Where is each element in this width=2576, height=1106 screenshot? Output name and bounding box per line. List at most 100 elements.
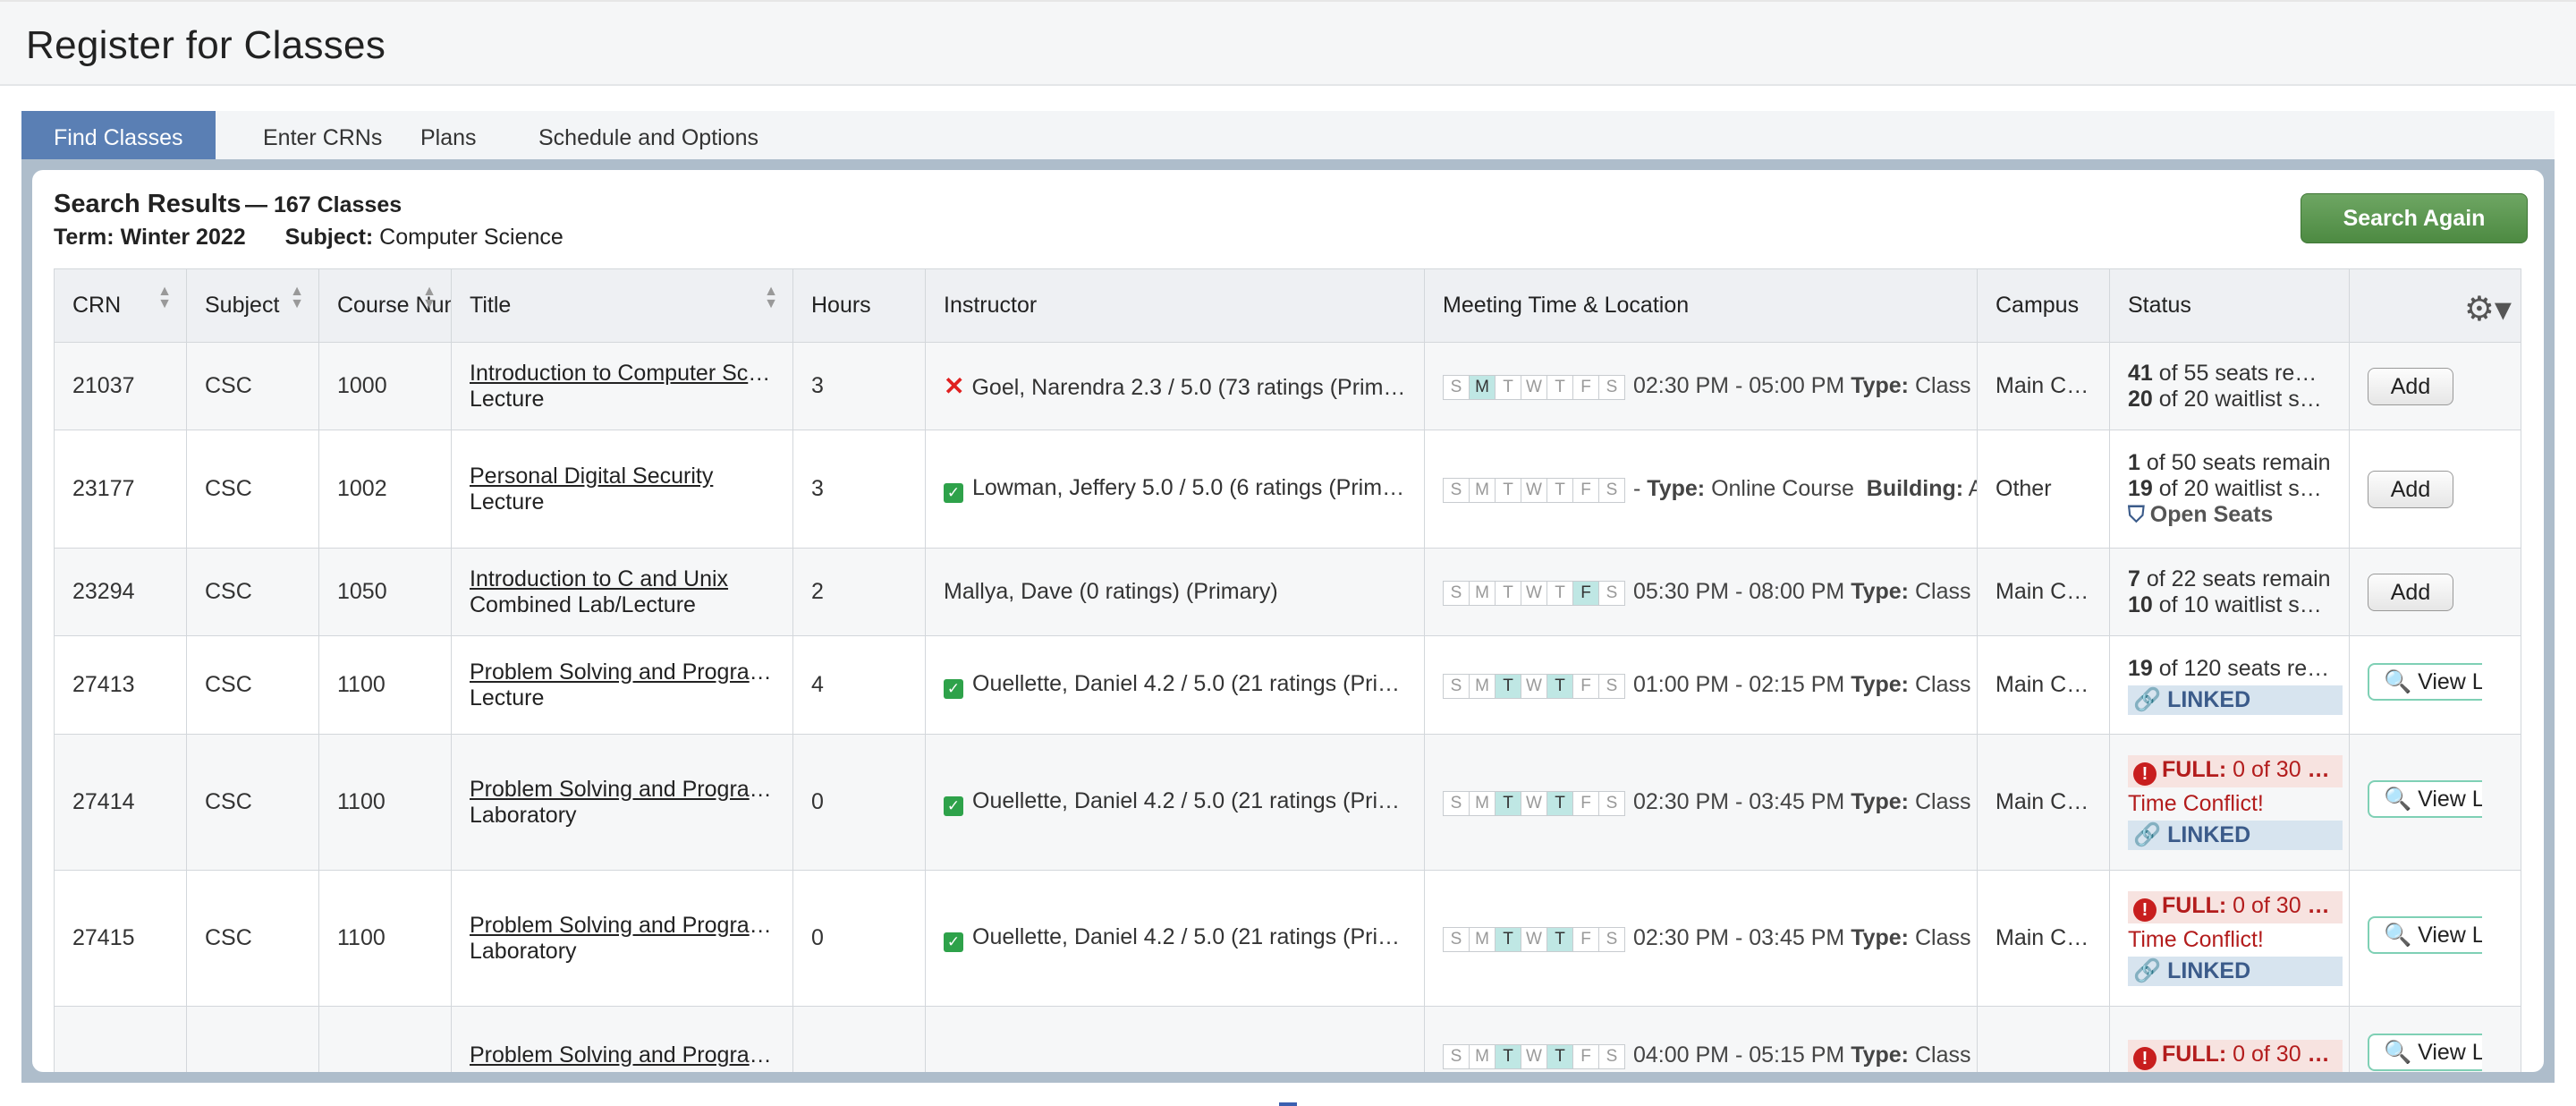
- cell-status: !FULL: 0 of 30 seats remain Time Conflict…: [2109, 870, 2350, 1007]
- col-header-title[interactable]: Title ▲ ▼: [451, 268, 793, 343]
- table-row[interactable]: 27413CSC1100Problem Solving and Programm…: [54, 635, 2521, 735]
- cell-crn: 23177: [54, 430, 187, 549]
- instructor-name[interactable]: Ouellette, Daniel 4.2 / 5.0 (21 ratings …: [972, 788, 1406, 813]
- add-button[interactable]: Add: [2368, 470, 2453, 508]
- tab-enter-crns[interactable]: Enter CRNs: [231, 111, 414, 161]
- course-title-link[interactable]: Introduction to Computer Science: [470, 361, 775, 387]
- table-row[interactable]: 23294 CSC 1050 Introduction to C and Unix Co…: [54, 548, 2521, 636]
- linked-badge: 🔗 LINKED: [2128, 820, 2343, 850]
- cell-meeting-time: S M T W T F S 05:30 PM - 08:00 PM Type: Class: [1424, 548, 1978, 636]
- meeting-time: 05:30 PM - 08:00 PM Type: Class: [1633, 579, 1971, 604]
- col-header-instructor[interactable]: Instructor: [925, 268, 1425, 343]
- course-title-link[interactable]: Problem Solving and Programming: [470, 913, 775, 939]
- course-title-link[interactable]: Problem Solving and Programming: [470, 777, 775, 803]
- col-header-course-num[interactable]: Course Num ▲ ▼: [318, 268, 452, 343]
- weekday-cell: M: [1469, 375, 1496, 400]
- weekday-cell: S: [1598, 927, 1625, 952]
- seats-remaining: 41 of 55 seats remain: [2128, 360, 2331, 386]
- linked-badge: 🔗 LINKED: [2128, 685, 2343, 715]
- type-label: Type:: [1851, 1042, 1910, 1068]
- weekday-cell: M: [1469, 791, 1496, 816]
- tab-plans[interactable]: Plans: [388, 111, 509, 161]
- table-row[interactable]: 27415CSC1100Problem Solving and Programm…: [54, 870, 2521, 1007]
- add-button[interactable]: Add: [2368, 367, 2453, 405]
- view-linked-button[interactable]: 🔍 View Linked: [2368, 1034, 2482, 1071]
- waitlist-seats: 20 of 20 waitlist seats: [2128, 386, 2331, 412]
- time-conflict: Time Conflict!: [2128, 790, 2264, 816]
- tab-schedule-and-options[interactable]: Schedule and Options: [506, 111, 791, 161]
- view-linked-button[interactable]: 🔍 View Linked: [2368, 780, 2482, 818]
- weekday-grid: SMTWTFS: [1443, 671, 1625, 699]
- meeting-time: 02:30 PM - 05:00 PM Type: Class: [1633, 373, 1971, 398]
- cell-campus: Main Campus: [1977, 342, 2110, 430]
- cell-subject: CSC: [186, 548, 319, 636]
- course-title-link[interactable]: Problem Solving and Programming: [470, 659, 775, 685]
- cell-title: Problem Solving and ProgrammingLaborator…: [451, 734, 793, 871]
- cell-instructor: ✓ Ouellette, Daniel 4.2 / 5.0 (21 ratings…: [925, 635, 1425, 735]
- weekday-cell: S: [1598, 581, 1625, 606]
- view-linked-button[interactable]: 🔍 View Linked: [2368, 916, 2482, 954]
- results-header: Search Results — 167 Classes Term: Winte…: [54, 190, 564, 251]
- instructor-name[interactable]: Lowman, Jeffery 5.0 / 5.0 (6 ratings (Pr…: [972, 475, 1406, 500]
- cell-hours: [792, 1006, 926, 1072]
- cell-campus: Main Campus: [1977, 870, 2110, 1007]
- col-header-subject[interactable]: Subject ▲ ▼: [186, 268, 319, 343]
- cell-status: 1 of 50 seats remain 19 of 20 waitlist se…: [2109, 430, 2350, 549]
- weekday-cell: S: [1443, 478, 1470, 503]
- table-row[interactable]: 27414CSC1100Problem Solving and Programm…: [54, 734, 2521, 871]
- sort-icon[interactable]: ▲ ▼: [422, 285, 436, 311]
- table-row[interactable]: 21037 CSC 1000 Introduction to Computer Sci…: [54, 342, 2521, 430]
- tab-bar: Find Classes Enter CRNs Plans Schedule a…: [21, 111, 2555, 161]
- sort-icon[interactable]: ▲ ▼: [290, 285, 304, 311]
- cell-action: 🔍 View Linked: [2349, 734, 2521, 871]
- weekday-grid: SMTWTFS: [1443, 788, 1625, 816]
- weekday-cell: M: [1469, 1044, 1496, 1069]
- subject-label: Subject:: [284, 225, 374, 250]
- link-icon: 🔗: [2133, 686, 2162, 712]
- instructor-name[interactable]: Ouellette, Daniel 4.2 / 5.0 (21 ratings …: [972, 924, 1406, 949]
- col-header-hours[interactable]: Hours: [792, 268, 926, 343]
- cell-hours: 3: [792, 430, 926, 549]
- col-header-status[interactable]: Status: [2109, 268, 2350, 343]
- sort-icon[interactable]: ▲ ▼: [764, 285, 778, 311]
- tab-find-classes[interactable]: Find Classes: [21, 111, 216, 161]
- instructor-name[interactable]: Goel, Narendra 2.3 / 5.0 (73 ratings (Pr…: [971, 375, 1406, 400]
- cell-status: !FULL: 0 of 30 seats remain: [2109, 1006, 2350, 1072]
- gear-icon[interactable]: ⚙▾: [2464, 289, 2512, 329]
- view-linked-button[interactable]: 🔍 View Linked: [2368, 663, 2482, 701]
- course-title-link[interactable]: Introduction to C and Unix: [470, 566, 775, 592]
- course-title-link[interactable]: Problem Solving and Programming: [470, 1042, 775, 1068]
- weekday-cell: F: [1572, 375, 1599, 400]
- cell-title: Introduction to Computer Science Lecture: [451, 342, 793, 430]
- cell-meeting-time: S M T W T F S 02:30 PM - 05:00 PM Type: Class: [1424, 342, 1978, 430]
- cell-status: !FULL: 0 of 30 seats remain Time Conflict…: [2109, 734, 2350, 871]
- check-icon: ✓: [944, 932, 963, 952]
- add-button[interactable]: Add: [2368, 573, 2453, 611]
- time-conflict: Time Conflict!: [2128, 926, 2264, 952]
- results-table-body: 21037 CSC 1000 Introduction to Computer Sci…: [54, 342, 2521, 1072]
- col-header-campus[interactable]: Campus: [1977, 268, 2110, 343]
- cell-instructor: ✓ Ouellette, Daniel 4.2 / 5.0 (21 ratings…: [925, 870, 1425, 1007]
- meeting-time: - Type: Online Course Building: A: [1633, 476, 1977, 501]
- sort-icon[interactable]: ▲ ▼: [157, 285, 172, 311]
- weekday-cell: W: [1521, 375, 1547, 400]
- cell-instructor: Mallya, Dave (0 ratings) (Primary): [925, 548, 1425, 636]
- weekday-cell: M: [1469, 478, 1496, 503]
- table-row[interactable]: 23177 CSC 1002 Personal Digital Security Lec…: [54, 430, 2521, 549]
- col-header-crn[interactable]: CRN ▲ ▼: [54, 268, 187, 343]
- cell-hours: 0: [792, 870, 926, 1007]
- weekday-cell: F: [1572, 1044, 1599, 1069]
- cell-action: 🔍 View Linked: [2349, 1006, 2521, 1072]
- cell-course-num: 1100: [318, 635, 452, 735]
- cell-instructor: ✕ Goel, Narendra 2.3 / 5.0 (73 ratings (P…: [925, 342, 1425, 430]
- search-again-button[interactable]: Search Again: [2301, 193, 2528, 243]
- instructor-name[interactable]: Ouellette, Daniel 4.2 / 5.0 (21 ratings …: [972, 671, 1406, 696]
- course-title-link[interactable]: Personal Digital Security: [470, 464, 775, 489]
- col-header-meeting-time[interactable]: Meeting Time & Location: [1424, 268, 1978, 343]
- full-badge: !FULL: 0 of 30 seats remain: [2128, 754, 2343, 787]
- weekday-cell: T: [1495, 927, 1521, 952]
- table-row[interactable]: Problem Solving and ProgrammingSMTWTFS04…: [54, 1006, 2521, 1072]
- instructor-name[interactable]: Mallya, Dave (0 ratings) (Primary): [944, 579, 1278, 604]
- check-icon: ✓: [944, 483, 963, 503]
- term-label: Term:: [54, 225, 114, 250]
